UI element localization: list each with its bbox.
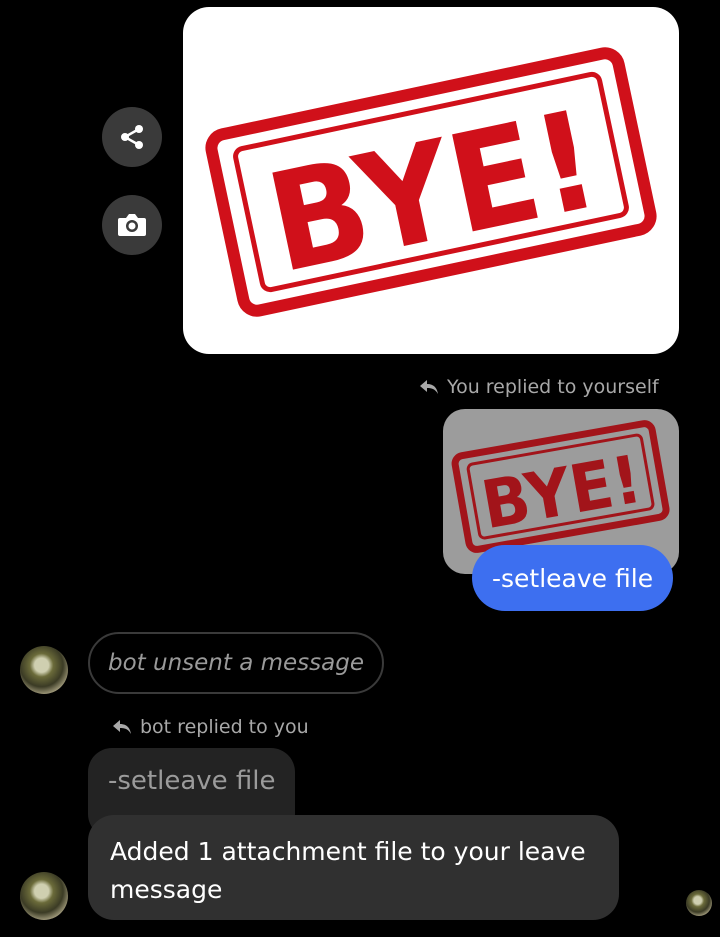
reply-context-text: You replied to yourself — [447, 376, 659, 398]
sent-message-bubble[interactable]: -setleave file — [472, 545, 674, 611]
unsent-message-bubble: bot unsent a message — [88, 632, 384, 694]
quoted-message-text: -setleave file — [108, 766, 276, 796]
camera-button[interactable] — [102, 195, 162, 255]
unsent-message-text: bot unsent a message — [108, 650, 364, 676]
reply-arrow-icon — [420, 380, 438, 394]
share-button[interactable] — [102, 107, 162, 167]
reply-arrow-icon — [113, 720, 131, 734]
bye-image-attachment[interactable]: BYE! — [183, 7, 679, 354]
bot-avatar[interactable] — [20, 872, 68, 920]
bot-avatar[interactable] — [20, 646, 68, 694]
seen-receipt-avatar — [686, 890, 712, 916]
sent-message-text: -setleave file — [492, 563, 654, 593]
bye-stamp-image: BYE! — [205, 47, 657, 317]
bot-reply-context-text: bot replied to you — [140, 716, 309, 738]
share-icon — [121, 125, 143, 149]
bot-reply-context-label: bot replied to you — [112, 716, 309, 738]
bot-message-bubble[interactable]: Added 1 attachment file to your leave me… — [88, 815, 619, 920]
bot-message-text: Added 1 attachment file to your leave me… — [110, 837, 586, 904]
thumbnail-stamp-text: BYE! — [476, 441, 647, 545]
reply-context-label: You replied to yourself — [419, 376, 659, 398]
camera-icon — [118, 214, 146, 236]
